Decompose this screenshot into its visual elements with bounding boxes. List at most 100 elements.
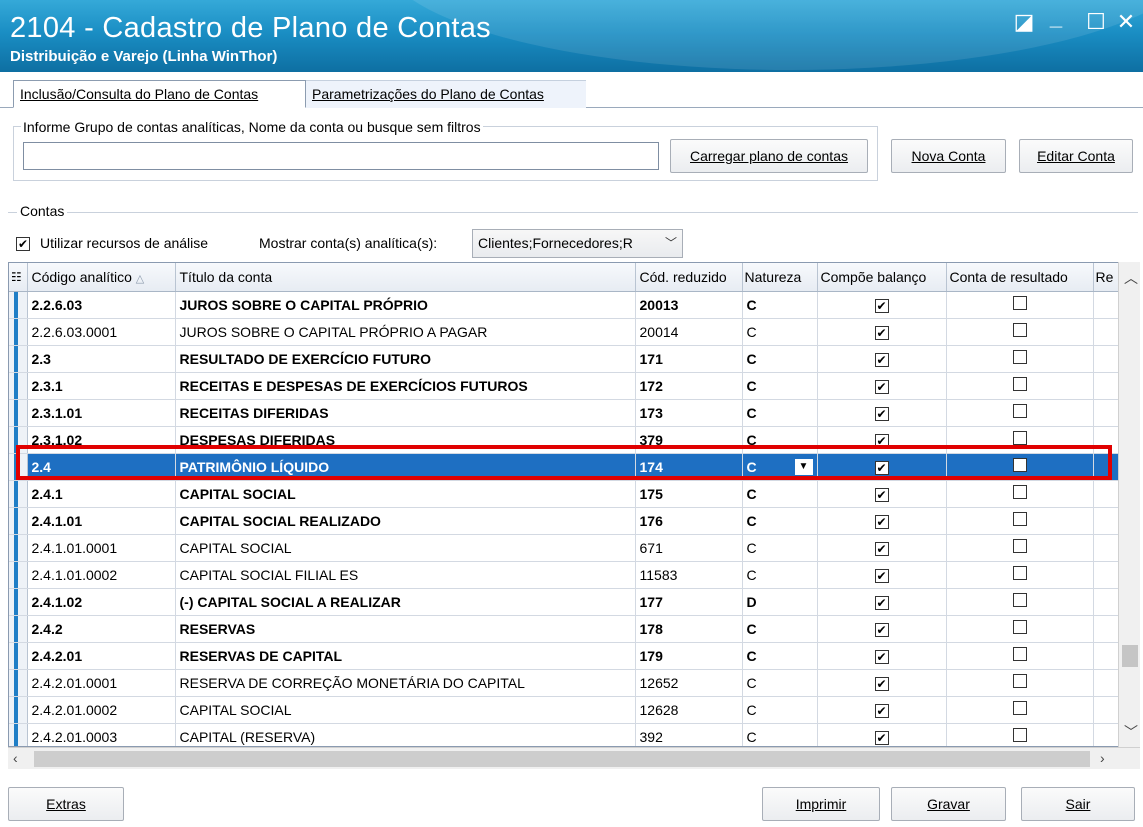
- cell-result[interactable]: [946, 426, 1094, 454]
- table-row[interactable]: 2.3.1.02 DESPESAS DIFERIDAS 379 C ✔: [9, 426, 1118, 454]
- cell-nature[interactable]: C: [742, 480, 818, 508]
- column-header-nature[interactable]: Natureza: [742, 263, 818, 292]
- cell-title[interactable]: RECEITAS DIFERIDAS: [175, 399, 636, 427]
- restore-icon[interactable]: ◪: [1012, 9, 1036, 34]
- cell-nature[interactable]: C: [742, 723, 818, 746]
- cell-nature[interactable]: C: [742, 318, 818, 346]
- result-checkbox[interactable]: [1012, 674, 1027, 688]
- table-row[interactable]: 2.2.6.03 JUROS SOBRE O CAPITAL PRÓPRIO 200…: [9, 291, 1118, 319]
- balance-checkbox[interactable]: ✔: [874, 487, 889, 502]
- dropdown-arrow-icon[interactable]: ▼: [794, 458, 813, 475]
- save-button[interactable]: Gravar: [891, 787, 1006, 821]
- cell-nature[interactable]: C: [742, 561, 818, 589]
- cell-title[interactable]: RECEITAS E DESPESAS DE EXERCÍCIOS FUTURO…: [175, 372, 636, 400]
- cell-balance[interactable]: ✔: [817, 588, 947, 616]
- table-row[interactable]: 2.2.6.03.0001 JUROS SOBRE O CAPITAL PRÓPR…: [9, 318, 1118, 346]
- cell-nature[interactable]: C ▼: [742, 453, 818, 481]
- cell-result[interactable]: [946, 723, 1094, 746]
- table-row[interactable]: 2.4.2.01.0002 CAPITAL SOCIAL 12628 C ✔: [9, 696, 1118, 724]
- result-checkbox[interactable]: [1012, 539, 1027, 553]
- exit-button[interactable]: Sair: [1021, 787, 1135, 821]
- cell-re[interactable]: [1093, 588, 1118, 616]
- cell-result[interactable]: [946, 588, 1094, 616]
- balance-checkbox[interactable]: ✔: [874, 433, 889, 448]
- cell-result[interactable]: [946, 318, 1094, 346]
- row-indicator[interactable]: [9, 642, 28, 670]
- tab-inclusao-consulta[interactable]: Inclusão/Consulta do Plano de Contas: [13, 80, 306, 108]
- cell-result[interactable]: [946, 372, 1094, 400]
- balance-checkbox[interactable]: ✔: [874, 676, 889, 691]
- cell-code[interactable]: 2.3.1.01: [27, 399, 176, 427]
- cell-reduced[interactable]: 178: [635, 615, 743, 643]
- table-row[interactable]: 2.3.1 RECEITAS E DESPESAS DE EXERCÍCIOS F…: [9, 372, 1118, 400]
- cell-re[interactable]: [1093, 426, 1118, 454]
- column-chooser-icon[interactable]: ☷: [9, 263, 28, 292]
- result-checkbox[interactable]: [1012, 728, 1027, 742]
- balance-checkbox[interactable]: ✔: [874, 514, 889, 529]
- cell-code[interactable]: 2.4: [27, 453, 176, 481]
- cell-reduced[interactable]: 392: [635, 723, 743, 746]
- vertical-scrollbar[interactable]: ︿ ﹀: [1118, 262, 1140, 747]
- balance-checkbox[interactable]: ✔: [874, 568, 889, 583]
- row-indicator[interactable]: [9, 291, 28, 319]
- cell-balance[interactable]: ✔: [817, 507, 947, 535]
- horizontal-scrollbar[interactable]: ‹ ›: [8, 747, 1140, 769]
- row-indicator[interactable]: [9, 480, 28, 508]
- vertical-scroll-thumb[interactable]: [1122, 645, 1138, 667]
- cell-reduced[interactable]: 12628: [635, 696, 743, 724]
- cell-re[interactable]: [1093, 480, 1118, 508]
- cell-result[interactable]: [946, 534, 1094, 562]
- scroll-up-icon[interactable]: ︿: [1124, 268, 1138, 288]
- print-button[interactable]: Imprimir: [762, 787, 880, 821]
- table-row[interactable]: 2.4 PATRIMÔNIO LÍQUIDO 174 C ▼ ✔: [9, 453, 1118, 481]
- cell-reduced[interactable]: 171: [635, 345, 743, 373]
- result-checkbox[interactable]: [1012, 620, 1027, 634]
- cell-nature[interactable]: C: [742, 615, 818, 643]
- cell-title[interactable]: DESPESAS DIFERIDAS: [175, 426, 636, 454]
- balance-checkbox[interactable]: ✔: [874, 595, 889, 610]
- cell-balance[interactable]: ✔: [817, 291, 947, 319]
- result-checkbox[interactable]: [1012, 593, 1027, 607]
- cell-title[interactable]: CAPITAL SOCIAL: [175, 534, 636, 562]
- minimize-icon[interactable]: _: [1044, 5, 1068, 30]
- column-header-balance[interactable]: Compõe balanço: [817, 263, 947, 292]
- result-checkbox[interactable]: [1012, 485, 1027, 499]
- cell-re[interactable]: [1093, 372, 1118, 400]
- cell-re[interactable]: [1093, 669, 1118, 697]
- cell-nature[interactable]: C: [742, 345, 818, 373]
- show-accounts-select[interactable]: Clientes;Fornecedores;R ﹀: [472, 229, 683, 258]
- cell-re[interactable]: [1093, 507, 1118, 535]
- cell-reduced[interactable]: 12652: [635, 669, 743, 697]
- column-header-reduced[interactable]: Cód. reduzido: [635, 263, 743, 292]
- cell-reduced[interactable]: 174: [635, 453, 743, 481]
- cell-code[interactable]: 2.4.2.01.0002: [27, 696, 176, 724]
- cell-balance[interactable]: ✔: [817, 615, 947, 643]
- cell-re[interactable]: [1093, 345, 1118, 373]
- cell-code[interactable]: 2.4.1.01.0002: [27, 561, 176, 589]
- row-indicator[interactable]: [9, 615, 28, 643]
- cell-result[interactable]: [946, 507, 1094, 535]
- cell-code[interactable]: 2.4.1.01.0001: [27, 534, 176, 562]
- cell-result[interactable]: [946, 399, 1094, 427]
- extras-button[interactable]: Extras: [8, 787, 124, 821]
- table-row[interactable]: 2.4.2.01.0003 CAPITAL (RESERVA) 392 C ✔: [9, 723, 1118, 746]
- cell-result[interactable]: [946, 615, 1094, 643]
- cell-nature[interactable]: C: [742, 399, 818, 427]
- row-indicator[interactable]: [9, 588, 28, 616]
- edit-account-button[interactable]: Editar Conta: [1019, 139, 1133, 173]
- cell-code[interactable]: 2.3: [27, 345, 176, 373]
- tab-parametrizacoes[interactable]: Parametrizações do Plano de Contas: [306, 80, 586, 108]
- result-checkbox[interactable]: [1012, 431, 1027, 445]
- row-indicator[interactable]: [9, 669, 28, 697]
- table-row[interactable]: 2.3.1.01 RECEITAS DIFERIDAS 173 C ✔: [9, 399, 1118, 427]
- cell-title[interactable]: CAPITAL SOCIAL: [175, 480, 636, 508]
- row-indicator[interactable]: [9, 453, 28, 481]
- column-header-re[interactable]: Re: [1093, 263, 1118, 292]
- maximize-icon[interactable]: ☐: [1084, 9, 1108, 34]
- cell-nature[interactable]: C: [742, 372, 818, 400]
- cell-reduced[interactable]: 20014: [635, 318, 743, 346]
- row-indicator[interactable]: [9, 561, 28, 589]
- balance-checkbox[interactable]: ✔: [874, 622, 889, 637]
- cell-reduced[interactable]: 173: [635, 399, 743, 427]
- cell-code[interactable]: 2.4.2.01: [27, 642, 176, 670]
